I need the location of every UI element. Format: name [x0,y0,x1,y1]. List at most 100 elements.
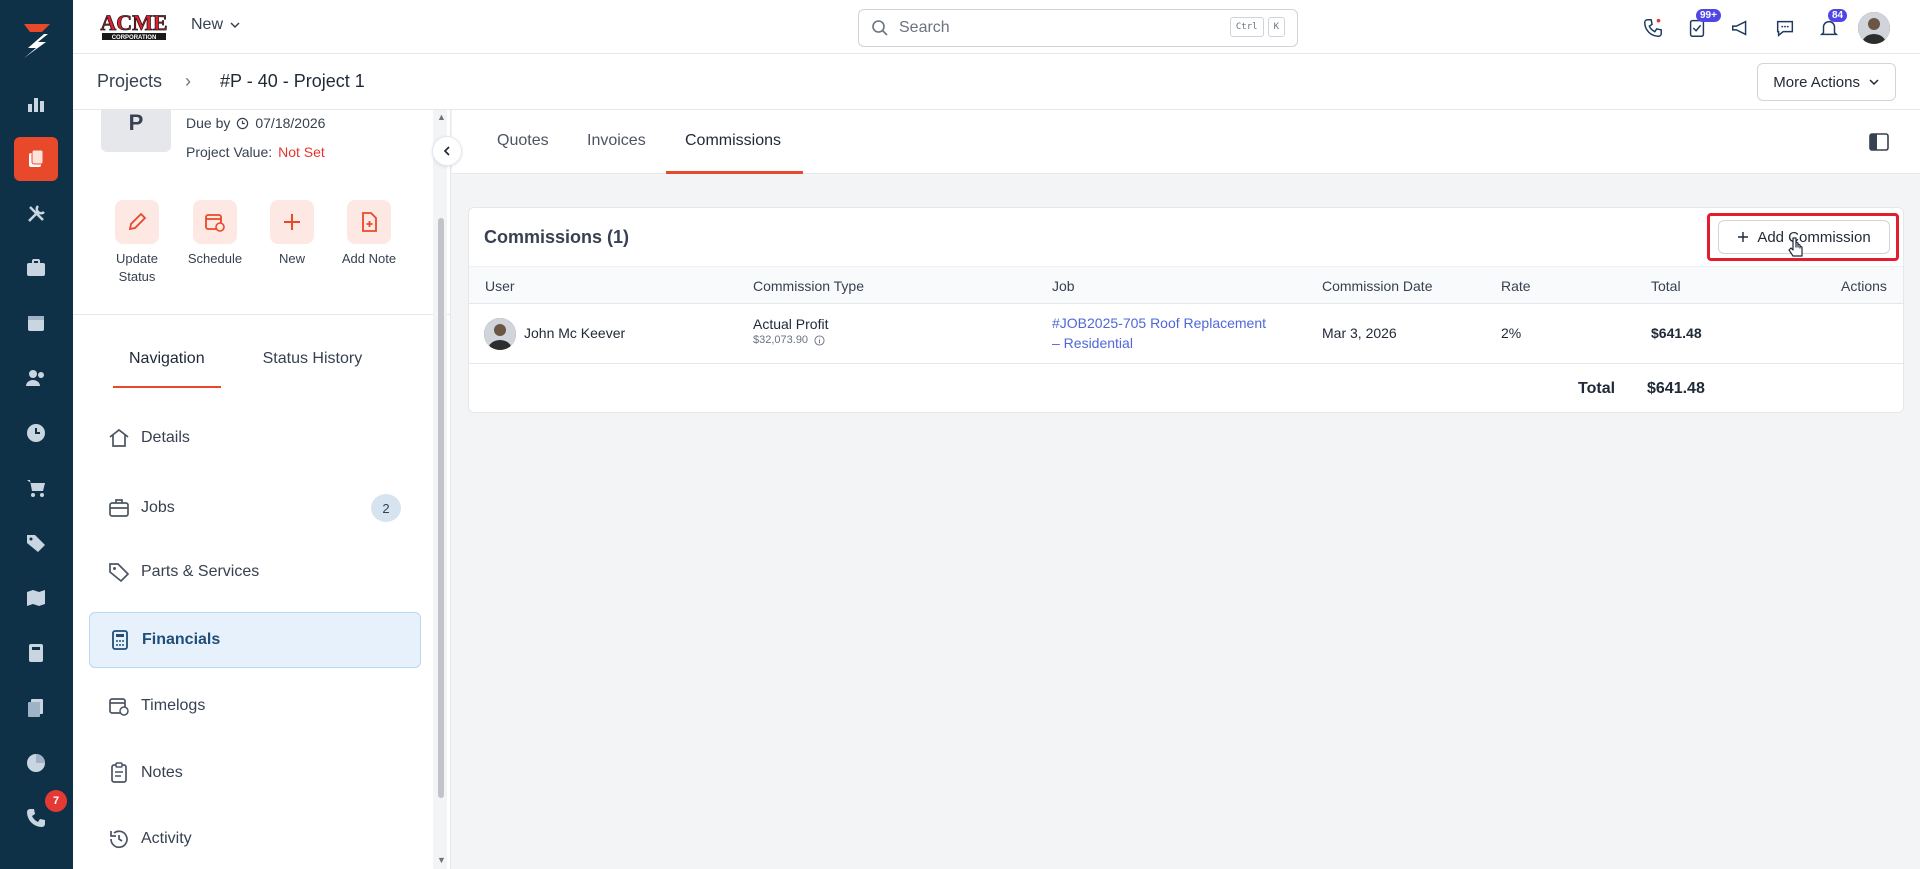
column-actions: Actions [1841,278,1887,294]
dashboard-icon[interactable] [14,82,58,126]
scroll-down-arrow-icon[interactable]: ▼ [437,855,446,865]
sidebar-item-activity[interactable]: Activity [89,811,421,867]
chat-icon[interactable] [1770,13,1800,43]
jobs-count-badge: 2 [371,494,401,522]
customers-icon[interactable] [14,356,58,400]
plus-icon [284,214,300,230]
tools-icon[interactable] [14,192,58,236]
sidebar-item-notes[interactable]: Notes [89,745,421,801]
job-link[interactable]: #JOB2025-705 Roof Replacement – Resident… [1052,313,1266,353]
panel-tabs: Navigation Status History [113,350,378,388]
update-status-label: Update Status [116,251,158,284]
app-sidebar: 7 [0,0,73,869]
documents-icon[interactable] [14,686,58,730]
add-note-button[interactable]: Add Note [331,200,407,268]
calculator-icon[interactable] [14,631,58,675]
clock-icon [237,117,249,129]
commission-user-name: John Mc Keever [524,325,626,341]
svg-text:CORPORATION: CORPORATION [112,35,157,41]
history-icon [110,830,128,849]
tasks-badge: 99+ [1696,9,1721,22]
column-total: Total [1651,278,1681,294]
app-logo-icon[interactable] [14,18,58,62]
tab-commissions[interactable]: Commissions [685,132,781,150]
column-user: User [485,278,515,294]
more-actions-button[interactable]: More Actions [1757,63,1896,101]
new-button[interactable]: New [254,200,330,268]
tab-status-history[interactable]: Status History [247,350,379,388]
phone-calls-icon[interactable] [1638,13,1668,43]
search-input[interactable] [899,19,1219,37]
sidebar-item-parts-services[interactable]: Parts & Services [89,544,421,600]
info-icon[interactable] [814,334,825,346]
commissions-title: Commissions (1) [484,227,630,247]
add-note-label: Add Note [341,251,397,266]
map-icon[interactable] [14,576,58,620]
due-date: Due by 07/18/2026 [186,115,325,131]
clock-icon[interactable] [14,411,58,455]
commission-type: Actual Profit [753,316,829,332]
cart-icon[interactable] [14,466,58,510]
job-link-line1: #JOB2025-705 Roof Replacement [1052,315,1267,331]
notifications-badge: 84 [1828,9,1848,22]
activity-label: Activity [141,830,192,847]
tab-quotes[interactable]: Quotes [497,132,549,150]
calendar-icon[interactable] [14,301,58,345]
tag-icon[interactable] [14,521,58,565]
collapse-panel-button[interactable] [432,136,462,166]
chevron-left-icon [443,146,450,156]
column-job: Job [1052,278,1075,294]
reports-pie-icon[interactable] [14,741,58,785]
due-label: Due by [186,115,231,131]
shortcut-ctrl: Ctrl [1229,17,1264,37]
brand-logo[interactable]: ACME CORPORATION [98,8,170,42]
total-label: Total [1578,380,1616,397]
new-menu[interactable]: New [191,16,241,34]
add-note-icon [362,212,377,232]
commission-type-cell: Actual Profit $32,073.90 [753,316,828,346]
table-header: User Commission Type Job Commission Date… [469,266,1903,304]
megaphone-icon[interactable] [1726,13,1756,43]
tasks-icon[interactable]: 99+ [1682,9,1721,43]
breadcrumb-projects-link[interactable]: Projects [97,71,162,92]
tab-navigation[interactable]: Navigation [113,350,221,388]
svg-text:ACME: ACME [100,10,167,35]
commission-user-avatar [484,318,516,350]
job-link-line2: – Residential [1052,335,1133,351]
sidebar-item-jobs[interactable]: Jobs 2 [89,480,421,536]
scroll-up-arrow-icon[interactable]: ▲ [437,112,446,122]
table-row: John Mc Keever Actual Profit $32,073.90 … [469,304,1903,364]
column-commission-date: Commission Date [1322,278,1433,294]
active-tab-indicator [666,171,803,174]
clipboard-icon [111,762,127,783]
sidebar-item-timelogs[interactable]: Timelogs [89,678,421,734]
project-value-label: Project Value: [186,144,273,160]
projects-icon[interactable] [14,137,58,181]
panel-scrollbar-thumb[interactable] [438,218,444,798]
tab-invoices[interactable]: Invoices [587,132,646,150]
divider [73,314,450,315]
sidebar-item-financials[interactable]: Financials [89,612,421,668]
user-avatar[interactable] [1858,12,1890,44]
add-commission-label: Add Commission [1757,228,1871,246]
column-rate: Rate [1501,278,1531,294]
commission-base-amount: $32,073.90 [753,334,809,346]
search-icon [872,20,888,36]
column-commission-type: Commission Type [753,278,865,294]
bell-icon[interactable]: 84 [1814,9,1848,43]
financials-label: Financials [142,631,221,648]
sidebar-item-details[interactable]: Details [89,410,421,466]
schedule-button[interactable]: Schedule [177,200,253,268]
panel-toggle-icon[interactable] [1868,131,1890,153]
jobs-icon[interactable] [14,246,58,290]
table-total-row: Total $641.48 [469,365,1903,413]
commissions-card: Commissions (1) Add Commission User Comm… [468,207,1904,413]
calculator-icon [112,630,128,650]
chevron-down-icon [230,22,240,29]
home-icon [109,428,129,447]
breadcrumb-separator: › [185,71,191,91]
update-status-button[interactable]: Update Status [99,200,175,286]
total-value: $641.48 [1647,380,1705,397]
search-box[interactable]: Ctrl K [858,9,1298,47]
details-label: Details [141,429,190,446]
